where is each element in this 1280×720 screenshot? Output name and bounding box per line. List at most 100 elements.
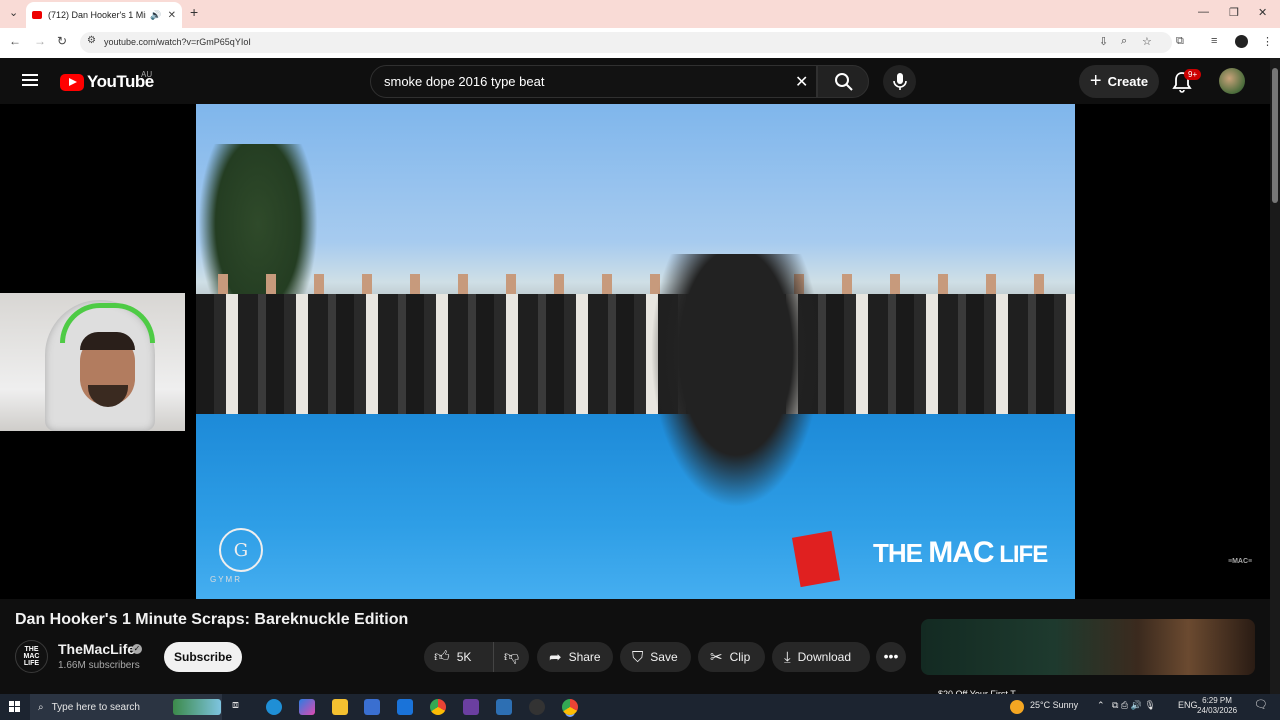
chrome-icon[interactable]: [430, 699, 446, 715]
edge-icon[interactable]: [266, 699, 282, 715]
thumbs-down-icon: 👎︎: [503, 648, 520, 665]
scissors-icon: ✂: [710, 649, 723, 666]
taskbar-search-placeholder: Type here to search: [51, 701, 140, 713]
notifications-badge: 9+: [1184, 69, 1202, 80]
browser-tab[interactable]: (712) Dan Hooker's 1 Minut 🔊 ✕: [26, 2, 182, 28]
clock-date: 24/03/2026: [1197, 706, 1238, 715]
tray-chevron-icon[interactable]: ⌃: [1097, 700, 1105, 711]
taskbar-search-icon: ⌕: [38, 701, 44, 713]
notification-center-icon[interactable]: 🗨: [1254, 698, 1268, 711]
save-button[interactable]: ⛉ Save: [620, 642, 691, 672]
dislike-button[interactable]: 👎︎: [494, 648, 529, 666]
voice-search-button[interactable]: [883, 65, 916, 98]
like-dislike-group: 👍︎ 5K 👎︎: [424, 642, 529, 672]
weather-text[interactable]: 25°C Sunny: [1030, 700, 1078, 710]
search-highlight-image: [173, 699, 221, 715]
clip-button[interactable]: ✂ Clip: [698, 642, 765, 672]
tab-title: (712) Dan Hooker's 1 Minut: [48, 10, 146, 20]
search-input[interactable]: smoke dope 2016 type beat ✕: [370, 65, 817, 98]
youtube-play-icon: [60, 73, 84, 91]
language-indicator[interactable]: ENG: [1178, 700, 1198, 710]
verified-check-icon: ✓: [132, 644, 142, 654]
channel-name[interactable]: TheMacLife: [58, 641, 135, 657]
watermark-mac: MAC: [928, 536, 994, 569]
sun-icon: [1010, 700, 1024, 714]
download-label: Download: [797, 650, 852, 664]
zoom-icon[interactable]: ⌕: [1121, 35, 1127, 48]
forward-icon[interactable]: →: [34, 34, 46, 48]
more-actions-icon[interactable]: •••: [876, 642, 906, 672]
create-label: Create: [1107, 74, 1149, 89]
microphone-icon: [893, 73, 907, 90]
menu-icon[interactable]: [22, 74, 38, 86]
plus-icon: +: [1089, 70, 1102, 92]
app-icon-1[interactable]: [463, 699, 479, 715]
gymreapers-logo: G: [219, 528, 263, 572]
minimize-icon[interactable]: —: [1198, 6, 1209, 18]
clear-search-icon[interactable]: ✕: [795, 72, 808, 92]
create-button[interactable]: + Create: [1079, 65, 1159, 98]
file-explorer-icon[interactable]: [332, 699, 348, 715]
chrome-active-icon[interactable]: [562, 699, 578, 715]
clip-label: Clip: [729, 650, 751, 664]
corner-watermark: ≡MAC≡: [1228, 558, 1253, 565]
share-button[interactable]: ➦ Share: [537, 642, 613, 672]
the-mac-life-watermark: THE MAC LIFE: [873, 536, 1048, 570]
tray-app-icons[interactable]: ⧉ ⎙ 🔊 🎙: [1112, 700, 1156, 711]
channel-avatar[interactable]: THE MAC LIFE: [15, 640, 48, 673]
sidebar-ad-thumbnail[interactable]: [921, 619, 1255, 675]
obs-icon[interactable]: [529, 699, 545, 715]
speaker-icon: 🔊: [150, 9, 162, 20]
search-query[interactable]: smoke dope 2016 type beat: [384, 74, 544, 89]
subscribe-button[interactable]: Subscribe: [164, 642, 242, 672]
close-window-icon[interactable]: ✕: [1258, 6, 1267, 19]
youtube-favicon-icon: [32, 11, 42, 19]
download-icon: ⤓: [784, 648, 791, 666]
share-arrow-icon: ➦: [549, 649, 562, 666]
country-code: AU: [141, 70, 153, 79]
browser-menu-icon[interactable]: ⋮: [1262, 35, 1273, 48]
restore-icon[interactable]: ❐: [1229, 6, 1239, 19]
bookmark-star-icon[interactable]: ☆: [1142, 35, 1152, 48]
search-button[interactable]: [817, 65, 869, 98]
like-button[interactable]: 👍︎ 5K: [424, 642, 494, 672]
new-tab-icon[interactable]: +: [190, 4, 198, 20]
like-count: 5K: [456, 650, 472, 664]
back-icon[interactable]: ←: [9, 34, 21, 48]
copilot-icon[interactable]: [299, 699, 315, 715]
store-icon[interactable]: [364, 699, 380, 715]
url-text[interactable]: youtube.com/watch?v=rGmP65qYIoI: [104, 37, 251, 47]
app-icon-2[interactable]: [496, 699, 512, 715]
mail-icon[interactable]: [397, 699, 413, 715]
close-tab-icon[interactable]: ✕: [168, 10, 176, 21]
bookmark-icon: ⛉: [632, 648, 644, 666]
site-info-icon[interactable]: ⚙: [87, 35, 96, 46]
video-mop: [791, 530, 841, 588]
share-label: Share: [568, 650, 601, 664]
channel-logo-text: THE MAC LIFE: [23, 646, 40, 667]
watermark-the: THE: [873, 538, 929, 568]
profile-icon[interactable]: [1235, 35, 1248, 48]
system-clock[interactable]: 6:29 PM 24/03/2026: [1197, 696, 1237, 716]
tab-list-chevron-icon[interactable]: ⌄: [9, 6, 18, 19]
video-title: Dan Hooker's 1 Minute Scraps: Bareknuckl…: [15, 611, 409, 628]
thumbs-up-icon: 👍︎: [434, 648, 450, 665]
task-view-icon[interactable]: ⧈: [232, 699, 248, 715]
account-avatar[interactable]: [1219, 68, 1245, 94]
scrollbar-thumb[interactable]: [1272, 68, 1278, 203]
subscriber-count: 1.66M subscribers: [58, 660, 140, 671]
video-frame[interactable]: [196, 104, 1075, 599]
install-app-icon[interactable]: ⇩: [1099, 35, 1108, 48]
download-button[interactable]: ⤓ Download: [772, 642, 870, 672]
windows-start-icon[interactable]: [9, 701, 21, 713]
video-fighter: [636, 254, 836, 534]
extensions-icon[interactable]: ⧉: [1176, 35, 1184, 48]
search-icon: [835, 73, 853, 91]
gymreapers-text: GYMR: [210, 575, 242, 584]
save-label: Save: [650, 650, 678, 664]
youtube-logo[interactable]: YouTube AU: [60, 70, 154, 92]
clock-time: 6:29 PM: [1202, 696, 1232, 705]
reload-icon[interactable]: ↻: [57, 34, 67, 48]
media-control-icon[interactable]: ≡: [1211, 35, 1217, 47]
watermark-life: LIFE: [993, 541, 1048, 568]
